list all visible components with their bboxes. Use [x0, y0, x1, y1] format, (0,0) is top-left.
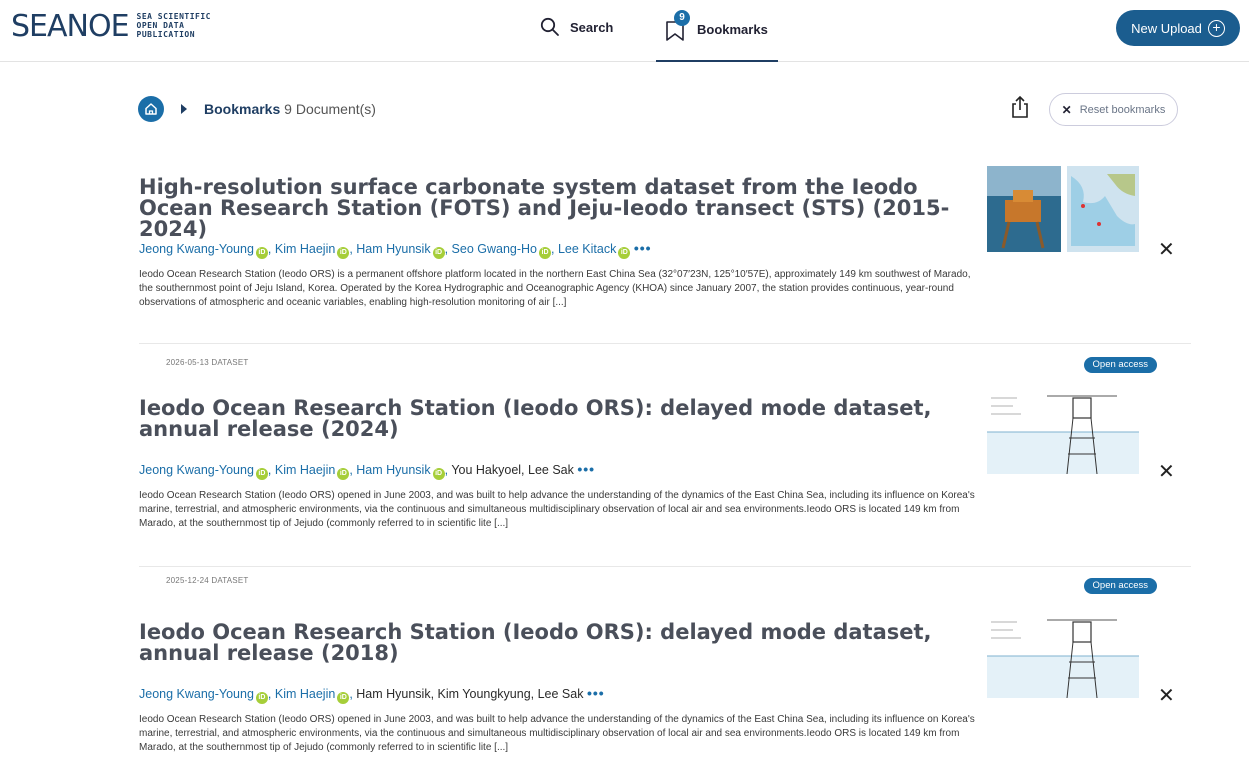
orcid-icon[interactable]: iD	[432, 468, 445, 480]
plus-circle-icon: +	[1207, 19, 1225, 37]
record-meta: 2025-12-24 DATASET	[166, 576, 249, 585]
record-item: Ieodo Ocean Research Station (Ieodo ORS)…	[139, 612, 1191, 778]
logo-line-2: OPEN DATA	[136, 21, 185, 30]
record-authors: Jeong Kwang-Young iD, Kim Haejin iD, Ham H…	[139, 240, 652, 259]
seanoe-logo[interactable]: SEANOE SEA SCIENTIFIC OPEN DATA PUBLICAT…	[11, 10, 211, 44]
breadcrumb-arrow-icon	[181, 104, 187, 114]
remove-bookmark-button[interactable]: ✕	[1158, 686, 1175, 706]
logo-line-1: SEA SCIENTIFIC	[136, 12, 211, 21]
author-link[interactable]: Jeong Kwang-Young	[139, 463, 254, 477]
author-names-plain: Ham Hyunsik, Kim Youngkyung, Lee Sak	[356, 687, 584, 701]
record-divider	[139, 343, 1191, 344]
author-link[interactable]: Kim Haejin	[275, 242, 335, 256]
record-divider	[139, 566, 1191, 567]
record-thumbnail[interactable]	[987, 388, 1139, 474]
reset-close-icon: ✕	[1061, 102, 1072, 117]
orcid-icon[interactable]: iD	[618, 247, 631, 259]
author-link[interactable]: Lee Kitack	[558, 242, 616, 256]
orcid-icon[interactable]: iD	[337, 247, 350, 259]
nav-bookmarks[interactable]: 9 Bookmarks	[656, 0, 778, 62]
orcid-icon[interactable]: iD	[255, 247, 268, 259]
nav-search[interactable]: Search	[540, 17, 613, 37]
more-authors-button[interactable]: •••	[587, 685, 605, 701]
orcid-icon[interactable]: iD	[539, 247, 552, 259]
record-title[interactable]: High-resolution surface carbonate system…	[139, 177, 959, 240]
record-abstract: Ieodo Ocean Research Station (Ieodo ORS)…	[139, 490, 975, 529]
author-link[interactable]: Jeong Kwang-Young	[139, 242, 254, 256]
remove-bookmark-button[interactable]: ✕	[1158, 462, 1175, 482]
remove-bookmark-button[interactable]: ✕	[1158, 240, 1175, 260]
orcid-icon[interactable]: iD	[255, 692, 268, 704]
logo-line-3: PUBLICATION	[136, 30, 196, 39]
share-icon	[1012, 95, 1028, 118]
orcid-icon[interactable]: iD	[337, 468, 350, 480]
bookmarks-count-badge: 9	[674, 10, 690, 26]
record-item: Ieodo Ocean Research Station (Ieodo ORS)…	[139, 388, 1191, 598]
orcid-icon[interactable]: iD	[432, 247, 445, 259]
more-authors-button[interactable]: •••	[634, 240, 652, 256]
new-upload-label: New Upload	[1131, 20, 1202, 36]
author-names-plain: You Hakyoel, Lee Sak	[451, 463, 574, 477]
author-link[interactable]: Ham Hyunsik	[356, 242, 430, 256]
breadcrumb: Bookmarks 9 Document(s)	[204, 101, 376, 117]
author-link[interactable]: Kim Haejin	[275, 687, 335, 701]
reset-bookmarks-button[interactable]: ✕ Reset bookmarks	[1049, 93, 1178, 126]
more-authors-button[interactable]: •••	[577, 461, 595, 477]
record-title[interactable]: Ieodo Ocean Research Station (Ieodo ORS)…	[139, 622, 959, 664]
record-thumbnail[interactable]	[987, 612, 1139, 698]
record-authors: Jeong Kwang-Young iD, Kim Haejin iD, Ham H…	[139, 461, 595, 480]
logo-subtitle: SEA SCIENTIFIC OPEN DATA PUBLICATION	[137, 12, 211, 39]
author-link[interactable]: Kim Haejin	[275, 463, 335, 477]
top-header: SEANOE SEA SCIENTIFIC OPEN DATA PUBLICAT…	[0, 0, 1249, 62]
record-abstract: Ieodo Ocean Research Station (Ieodo ORS)…	[139, 714, 975, 753]
share-button[interactable]	[1010, 95, 1030, 124]
open-access-badge: Open access	[1083, 357, 1157, 373]
nav-bookmarks-label: Bookmarks	[697, 22, 768, 37]
record-meta: 2026-05-13 DATASET	[166, 358, 249, 367]
open-access-badge: Open access	[1083, 578, 1157, 594]
breadcrumb-section: Bookmarks	[204, 101, 281, 117]
author-link[interactable]: Jeong Kwang-Young	[139, 687, 254, 701]
breadcrumb-count: 9 Document(s)	[284, 101, 376, 117]
new-upload-button[interactable]: New Upload +	[1116, 10, 1240, 46]
logo-wordmark: SEANOE	[11, 9, 130, 44]
orcid-icon[interactable]: iD	[337, 692, 350, 704]
record-title[interactable]: Ieodo Ocean Research Station (Ieodo ORS)…	[139, 398, 959, 440]
record-authors: Jeong Kwang-Young iD, Kim Haejin iD, Ham H…	[139, 685, 605, 704]
search-icon	[540, 17, 559, 36]
record-item: High-resolution surface carbonate system…	[139, 166, 1191, 377]
author-link[interactable]: Seo Gwang-Ho	[452, 242, 537, 256]
home-icon	[145, 103, 157, 115]
nav-search-label: Search	[570, 19, 614, 35]
record-abstract: Ieodo Ocean Research Station (Ieodo ORS)…	[139, 269, 971, 308]
orcid-icon[interactable]: iD	[255, 468, 268, 480]
author-link[interactable]: Ham Hyunsik	[356, 463, 430, 477]
reset-bookmarks-label: Reset bookmarks	[1079, 103, 1166, 116]
home-button[interactable]	[138, 96, 164, 122]
record-thumbnail[interactable]	[987, 166, 1139, 252]
